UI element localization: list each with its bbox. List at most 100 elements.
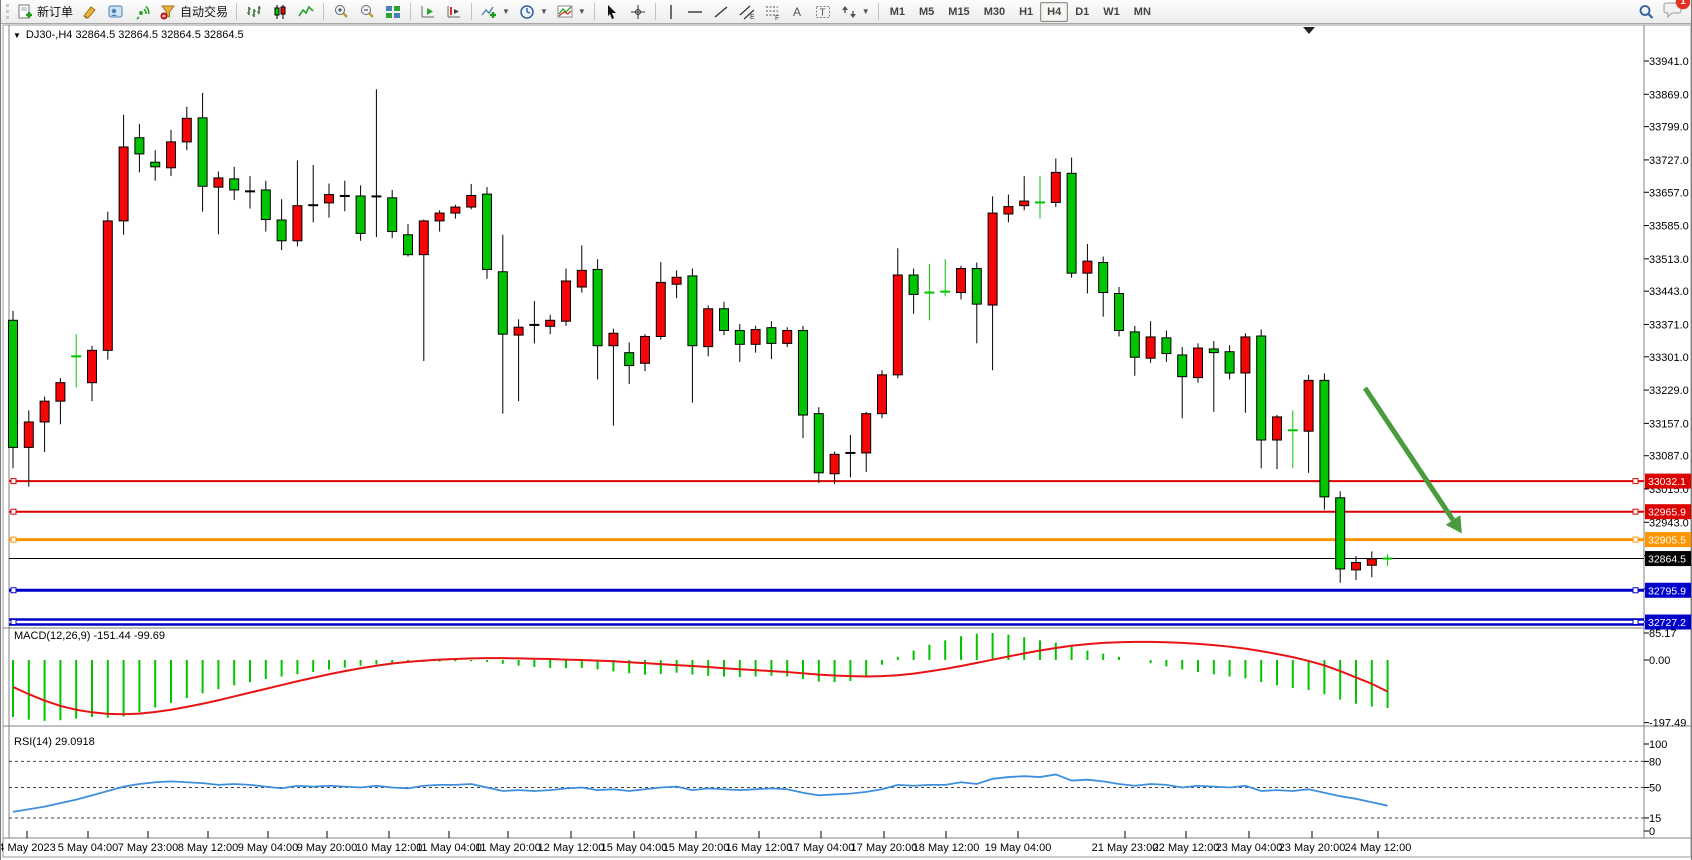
candle-body (1051, 172, 1060, 202)
crosshair-tool-button[interactable] (625, 2, 651, 22)
time-axis-label: 23 May 20:00 (1279, 842, 1346, 854)
rsi-axis-label: 0 (1649, 826, 1655, 838)
fibonacci-tool-button[interactable]: F (760, 2, 786, 22)
timeframe-h1-button[interactable]: H1 (1012, 2, 1040, 22)
line-handle[interactable] (1633, 537, 1638, 542)
clock-icon (518, 3, 536, 21)
candle-body (103, 221, 112, 350)
candlestick-mode-button[interactable] (267, 2, 293, 22)
candle-body (9, 320, 18, 447)
chart-title-text: DJ30-,H4 32864.5 32864.5 32864.5 32864.5 (26, 29, 244, 41)
trendline-icon (712, 3, 730, 21)
auto-trading-funnel-icon (159, 3, 177, 21)
cursor-icon (603, 3, 621, 21)
chart-title-collapse-icon[interactable]: ▼ (13, 31, 21, 40)
candle-body (799, 330, 808, 415)
auto-scroll-button[interactable] (415, 2, 441, 22)
notification-count-badge: 1 (1676, 0, 1690, 9)
candle-body (1225, 352, 1234, 373)
indicators-button[interactable]: ▼ (476, 2, 514, 22)
periods-button[interactable]: ▼ (514, 2, 552, 22)
line-chart-icon (297, 3, 315, 21)
candle-body (577, 270, 586, 287)
price-tick-label: 33443.0 (1649, 286, 1689, 298)
tile-windows-button[interactable] (380, 2, 406, 22)
line-chart-mode-button[interactable] (293, 2, 319, 22)
rsi-indicator-label: RSI(14) 29.0918 (14, 736, 95, 748)
templates-button[interactable]: ▼ (552, 2, 590, 22)
price-tick-label: 33229.0 (1649, 385, 1689, 397)
candle-body (404, 235, 413, 255)
line-handle[interactable] (1633, 509, 1638, 514)
line-handle[interactable] (1633, 620, 1638, 625)
line-handle[interactable] (11, 479, 16, 484)
macd-axis-label: 85.17 (1649, 628, 1677, 640)
price-chart-svg[interactable]: 33941.033869.033799.033727.033657.033585… (1, 24, 1692, 860)
text-label-tool-button[interactable]: T (810, 2, 836, 22)
zoom-out-button[interactable] (354, 2, 380, 22)
timeframe-d1-button[interactable]: D1 (1068, 2, 1096, 22)
candle-body (182, 118, 191, 142)
toolbar-separator (878, 3, 879, 20)
chart-shift-button[interactable] (441, 2, 467, 22)
vertical-line-tool-button[interactable] (660, 2, 682, 22)
styler-button[interactable] (77, 2, 103, 22)
line-handle[interactable] (11, 588, 16, 593)
chart-title: ▼ DJ30-,H4 32864.5 32864.5 32864.5 32864… (13, 29, 244, 41)
timeframe-m5-button[interactable]: M5 (912, 2, 941, 22)
new-order-button[interactable]: 新订单 (12, 2, 77, 22)
line-price-label-text: 32864.5 (1648, 554, 1686, 566)
candle-body (451, 207, 460, 213)
horizontal-line-tool-button[interactable] (682, 2, 708, 22)
tile-windows-icon (384, 3, 402, 21)
candle-body (135, 138, 144, 154)
search-icon[interactable] (1637, 3, 1655, 21)
candle-body (988, 213, 997, 305)
line-handle[interactable] (1633, 479, 1638, 484)
notifications-button[interactable]: 1 (1663, 0, 1683, 23)
zoom-in-button[interactable] (328, 2, 354, 22)
auto-trading-label: 自动交易 (180, 3, 228, 20)
time-axis-label: 17 May 20:00 (851, 842, 918, 854)
timeframe-mn-button[interactable]: MN (1127, 2, 1158, 22)
price-tick-label: 33087.0 (1649, 451, 1689, 463)
text-tool-button[interactable]: A (786, 2, 810, 22)
trendline-tool-button[interactable] (708, 2, 734, 22)
line-handle[interactable] (11, 509, 16, 514)
line-handle[interactable] (1633, 588, 1638, 593)
bar-chart-mode-button[interactable] (241, 2, 267, 22)
time-axis-label: 24 May 12:00 (1345, 842, 1412, 854)
indicators-icon (480, 3, 498, 21)
channel-tool-button[interactable]: E (734, 2, 760, 22)
cursor-tool-button[interactable] (599, 2, 625, 22)
candle-body (214, 178, 223, 187)
line-handle[interactable] (11, 537, 16, 542)
candle-body (593, 269, 602, 345)
timeframe-w1-button[interactable]: W1 (1096, 2, 1127, 22)
candle-body (1194, 348, 1203, 378)
arrows-tool-button[interactable]: ▼ (836, 2, 874, 22)
candle-body (88, 350, 97, 382)
time-axis-label: 8 May 12:00 (178, 842, 239, 854)
candle-body (862, 414, 871, 453)
timeframe-m15-button[interactable]: M15 (941, 2, 976, 22)
candle-body (688, 276, 697, 346)
metaeditor-button[interactable] (103, 2, 129, 22)
timeframe-m1-button[interactable]: M1 (883, 2, 912, 22)
chevron-down-icon: ▼ (578, 7, 586, 16)
svg-text:T: T (819, 7, 825, 18)
new-order-label: 新订单 (37, 3, 73, 20)
time-axis-label: 21 May 23:00 (1092, 842, 1159, 854)
auto-trading-button[interactable]: 自动交易 (155, 2, 232, 22)
macd-indicator-label: MACD(12,26,9) -151.44 -99.69 (14, 630, 165, 642)
candle-body (119, 147, 128, 221)
line-handle[interactable] (11, 620, 16, 625)
signals-button[interactable] (129, 2, 155, 22)
toolbar-separator (655, 3, 656, 20)
candle-body (198, 118, 207, 186)
timeframe-h4-button[interactable]: H4 (1040, 2, 1068, 22)
chart-area[interactable]: 33941.033869.033799.033727.033657.033585… (1, 24, 1692, 860)
timeframe-m30-button[interactable]: M30 (977, 2, 1012, 22)
candle-body (1067, 173, 1076, 273)
vertical-line-icon (664, 3, 678, 21)
